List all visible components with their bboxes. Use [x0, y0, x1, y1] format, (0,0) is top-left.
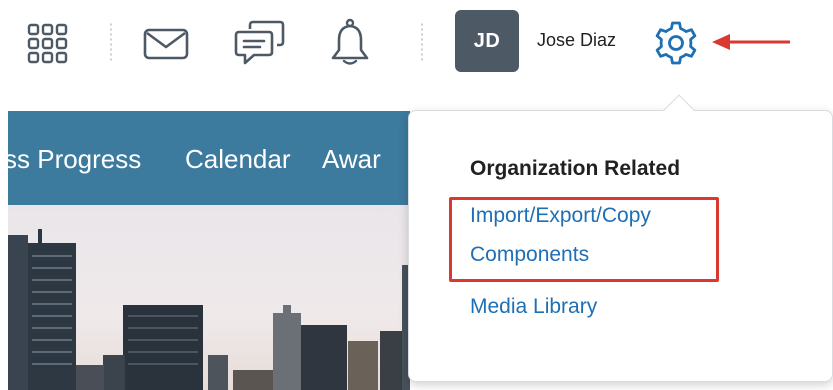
nav-item-awards[interactable]: Awar: [322, 144, 381, 175]
red-arrow-icon: [712, 34, 790, 50]
annotation-highlight-box: [449, 197, 719, 282]
top-navbar: JD Jose Diaz: [0, 0, 833, 88]
city-skyline-image: [8, 205, 410, 390]
gear-icon[interactable]: [652, 19, 700, 67]
media-library-link[interactable]: Media Library: [470, 295, 597, 319]
separator: [421, 22, 423, 62]
nav-item-class-progress[interactable]: ss Progress: [8, 144, 141, 175]
avatar[interactable]: JD: [455, 10, 519, 72]
bell-icon[interactable]: [330, 18, 370, 66]
course-navbar: ss Progress Calendar Awar: [8, 111, 410, 205]
chat-icon[interactable]: [234, 20, 286, 66]
mail-icon[interactable]: [143, 28, 189, 60]
user-name[interactable]: Jose Diaz: [537, 30, 616, 51]
banner-image: [8, 205, 410, 390]
dropdown-heading: Organization Related: [470, 157, 681, 180]
app-launcher-icon[interactable]: [26, 22, 70, 66]
separator: [110, 22, 112, 62]
nav-item-calendar[interactable]: Calendar: [185, 144, 291, 175]
